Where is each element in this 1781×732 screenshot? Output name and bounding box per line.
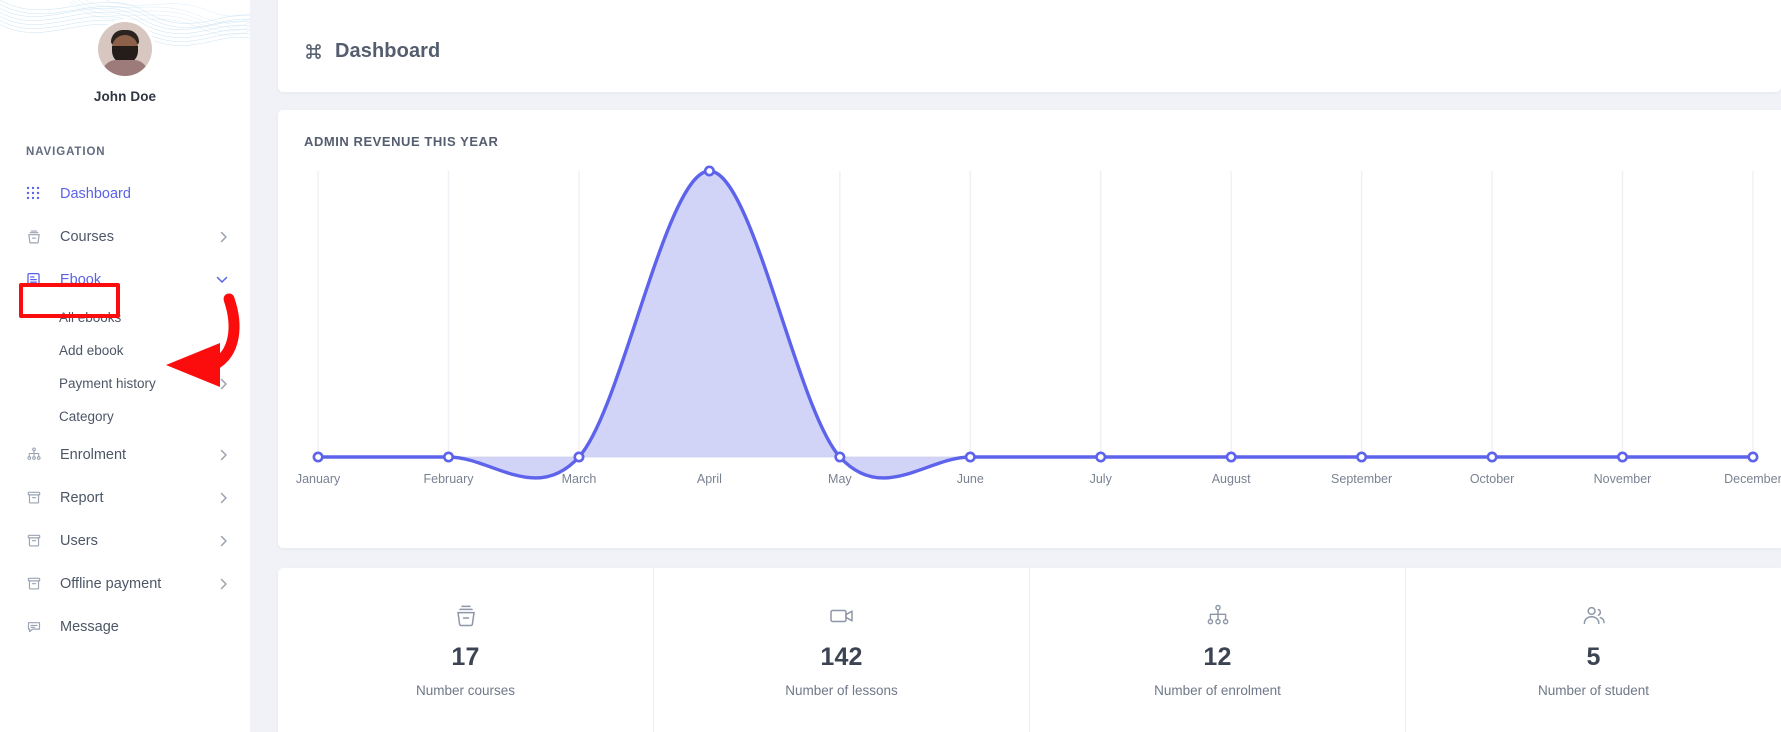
stat-student: 5 Number of student bbox=[1406, 568, 1781, 732]
revenue-area-chart[interactable]: January February March April May June July Augu… bbox=[278, 161, 1781, 511]
stat-label: Number of enrolment bbox=[1154, 683, 1281, 698]
sidebar-subitem-label: Category bbox=[59, 409, 214, 424]
stat-label: Number of student bbox=[1538, 683, 1649, 698]
stat-value: 12 bbox=[1203, 643, 1231, 672]
stat-label: Number of lessons bbox=[785, 683, 898, 698]
profile-block: John Doe bbox=[0, 0, 250, 104]
chart-x-tick-label: February bbox=[424, 472, 475, 486]
sidebar: John Doe NAVIGATION Dashboard bbox=[0, 0, 250, 732]
dashboard-page: John Doe NAVIGATION Dashboard bbox=[0, 0, 1781, 732]
chevron-right-icon bbox=[214, 231, 228, 243]
chevron-right-icon bbox=[214, 378, 228, 390]
chevron-right-icon bbox=[214, 449, 228, 461]
chart-x-tick-label: May bbox=[828, 472, 852, 486]
sidebar-subitem-all-ebooks[interactable]: All ebooks bbox=[0, 301, 250, 334]
grid-dots-icon bbox=[26, 186, 48, 201]
video-camera-icon bbox=[828, 601, 856, 631]
chart-x-tick-label: January bbox=[296, 472, 341, 486]
archive-icon bbox=[26, 533, 48, 549]
chevron-right-icon bbox=[214, 578, 228, 590]
stat-lessons: 142 Number of lessons bbox=[654, 568, 1030, 732]
chart-x-tick-label: October bbox=[1470, 472, 1514, 486]
sidebar-item-label: Message bbox=[48, 619, 214, 635]
sidebar-item-offline-payment[interactable]: Offline payment bbox=[0, 562, 250, 605]
chart-card-title: ADMIN REVENUE THIS YEAR bbox=[278, 134, 1781, 149]
sidebar-item-label: Dashboard bbox=[48, 186, 214, 202]
sidebar-item-label: Report bbox=[48, 490, 214, 506]
sidebar-subitem-add-ebook[interactable]: Add ebook bbox=[0, 334, 250, 367]
sidebar-item-enrolment[interactable]: Enrolment bbox=[0, 433, 250, 476]
stats-card: 17 Number courses 142 Number of lessons bbox=[278, 568, 1781, 732]
users-group-icon bbox=[1580, 601, 1608, 631]
command-icon bbox=[304, 42, 323, 61]
chart-x-tick-label: April bbox=[697, 472, 722, 486]
sidebar-item-message[interactable]: Message bbox=[0, 605, 250, 648]
hierarchy-icon bbox=[26, 447, 48, 463]
sidebar-item-courses[interactable]: Courses bbox=[0, 215, 250, 258]
stat-enrolment: 12 Number of enrolment bbox=[1030, 568, 1406, 732]
sidebar-item-label: Ebook bbox=[48, 272, 214, 288]
sidebar-subitem-category[interactable]: Category bbox=[0, 400, 250, 433]
chart-x-tick-label: March bbox=[562, 472, 597, 486]
page-title: Dashboard bbox=[304, 40, 440, 63]
sidebar-item-label: Users bbox=[48, 533, 214, 549]
sidebar-item-dashboard[interactable]: Dashboard bbox=[0, 172, 250, 215]
basket-icon bbox=[453, 601, 479, 631]
chart-x-tick-label: August bbox=[1212, 472, 1251, 486]
chart-x-tick-label: September bbox=[1331, 472, 1392, 486]
chart-x-tick-label: December bbox=[1724, 472, 1781, 486]
sidebar-item-ebook[interactable]: Ebook bbox=[0, 258, 250, 301]
stat-value: 5 bbox=[1586, 643, 1600, 672]
book-file-icon bbox=[26, 272, 48, 288]
avatar-body bbox=[102, 60, 148, 76]
sidebar-item-users[interactable]: Users bbox=[0, 519, 250, 562]
sidebar-subitem-label: All ebooks bbox=[59, 310, 214, 325]
sidebar-item-report[interactable]: Report bbox=[0, 476, 250, 519]
stat-courses: 17 Number courses bbox=[278, 568, 654, 732]
chat-icon bbox=[26, 619, 48, 635]
sidebar-item-label: Offline payment bbox=[48, 576, 214, 592]
chevron-right-icon bbox=[214, 492, 228, 504]
ebook-submenu: All ebooks Add ebook Payment history Cat… bbox=[0, 301, 250, 433]
basket-icon bbox=[26, 229, 48, 245]
profile-name: John Doe bbox=[0, 89, 250, 104]
revenue-chart-card: ADMIN REVENUE THIS YEAR January February M… bbox=[278, 110, 1781, 548]
main-content: Dashboard ADMIN REVENUE THIS YEAR Januar… bbox=[250, 0, 1781, 732]
stat-label: Number courses bbox=[416, 683, 515, 698]
archive-icon bbox=[26, 576, 48, 592]
chart-x-tick-label: November bbox=[1594, 472, 1652, 486]
sidebar-item-label: Courses bbox=[48, 229, 214, 245]
chart-x-tick-label: June bbox=[957, 472, 984, 486]
sidebar-subitem-label: Add ebook bbox=[59, 343, 214, 358]
sidebar-subitem-payment-history[interactable]: Payment history bbox=[0, 367, 250, 400]
sidebar-subitem-label: Payment history bbox=[59, 376, 214, 391]
sidebar-nav: Dashboard Courses bbox=[0, 172, 250, 648]
avatar[interactable] bbox=[98, 22, 152, 76]
chevron-down-icon bbox=[214, 275, 228, 284]
chart-x-axis-labels: January February March April May June July Augu… bbox=[278, 161, 1781, 511]
hierarchy-icon bbox=[1205, 601, 1231, 631]
chevron-right-icon bbox=[214, 535, 228, 547]
nav-heading: NAVIGATION bbox=[0, 146, 250, 158]
archive-icon bbox=[26, 490, 48, 506]
sidebar-item-label: Enrolment bbox=[48, 447, 214, 463]
page-title-text: Dashboard bbox=[335, 40, 440, 63]
stat-value: 142 bbox=[820, 643, 862, 672]
chart-x-tick-label: July bbox=[1090, 472, 1113, 486]
page-header-card: Dashboard bbox=[278, 0, 1781, 92]
stat-value: 17 bbox=[451, 643, 479, 672]
